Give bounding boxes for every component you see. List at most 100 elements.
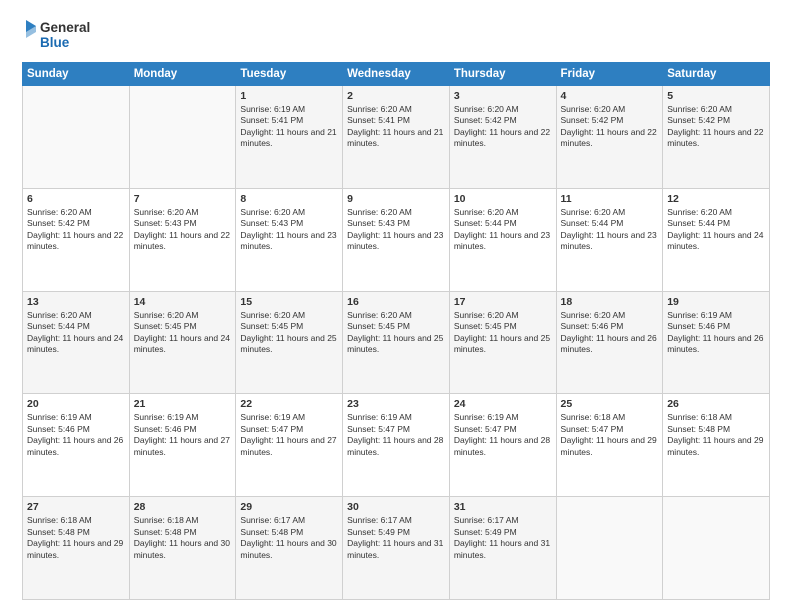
calendar: SundayMondayTuesdayWednesdayThursdayFrid… (22, 62, 770, 600)
day-number: 10 (454, 193, 552, 205)
calendar-page: General Blue SundayMondayTuesdayWednesda… (0, 0, 792, 612)
day-number: 17 (454, 296, 552, 308)
day-info: Sunrise: 6:18 AM Sunset: 5:48 PM Dayligh… (667, 412, 765, 458)
day-number: 2 (347, 90, 445, 102)
calendar-cell (663, 497, 770, 600)
day-info: Sunrise: 6:20 AM Sunset: 5:42 PM Dayligh… (561, 104, 659, 150)
calendar-cell: 21 Sunrise: 6:19 AM Sunset: 5:46 PM Dayli… (129, 394, 236, 497)
svg-text:General: General (40, 20, 90, 35)
calendar-cell: 26 Sunrise: 6:18 AM Sunset: 5:48 PM Dayli… (663, 394, 770, 497)
day-number: 29 (240, 501, 338, 513)
calendar-cell: 31 Sunrise: 6:17 AM Sunset: 5:49 PM Dayli… (449, 497, 556, 600)
day-number: 22 (240, 398, 338, 410)
day-info: Sunrise: 6:20 AM Sunset: 5:44 PM Dayligh… (454, 207, 552, 253)
calendar-cell: 15 Sunrise: 6:20 AM Sunset: 5:45 PM Dayli… (236, 291, 343, 394)
day-info: Sunrise: 6:17 AM Sunset: 5:49 PM Dayligh… (347, 515, 445, 561)
calendar-cell: 19Sunrise: 6:19 AM Sunset: 5:46 PM Dayli… (663, 291, 770, 394)
day-number: 27 (27, 501, 125, 513)
calendar-cell: 5 Sunrise: 6:20 AM Sunset: 5:42 PM Daylig… (663, 86, 770, 189)
calendar-cell: 12Sunrise: 6:20 AM Sunset: 5:44 PM Dayli… (663, 188, 770, 291)
day-number: 28 (134, 501, 232, 513)
calendar-week-row: 6 Sunrise: 6:20 AM Sunset: 5:42 PM Daylig… (23, 188, 770, 291)
weekday-header-monday: Monday (129, 63, 236, 86)
day-info: Sunrise: 6:18 AM Sunset: 5:47 PM Dayligh… (561, 412, 659, 458)
calendar-cell: 9 Sunrise: 6:20 AM Sunset: 5:43 PM Daylig… (343, 188, 450, 291)
day-number: 8 (240, 193, 338, 205)
weekday-header-row: SundayMondayTuesdayWednesdayThursdayFrid… (23, 63, 770, 86)
day-info: Sunrise: 6:20 AM Sunset: 5:45 PM Dayligh… (240, 310, 338, 356)
weekday-header-tuesday: Tuesday (236, 63, 343, 86)
calendar-cell: 25 Sunrise: 6:18 AM Sunset: 5:47 PM Dayli… (556, 394, 663, 497)
calendar-cell (556, 497, 663, 600)
calendar-week-row: 20 Sunrise: 6:19 AM Sunset: 5:46 PM Dayli… (23, 394, 770, 497)
calendar-cell: 29Sunrise: 6:17 AM Sunset: 5:48 PM Dayli… (236, 497, 343, 600)
day-number: 21 (134, 398, 232, 410)
day-number: 6 (27, 193, 125, 205)
day-number: 16 (347, 296, 445, 308)
day-info: Sunrise: 6:20 AM Sunset: 5:45 PM Dayligh… (454, 310, 552, 356)
calendar-week-row: 13 Sunrise: 6:20 AM Sunset: 5:44 PM Dayli… (23, 291, 770, 394)
day-info: Sunrise: 6:19 AM Sunset: 5:41 PM Dayligh… (240, 104, 338, 150)
calendar-cell: 20Sunrise: 6:19 AM Sunset: 5:46 PM Dayli… (23, 394, 130, 497)
calendar-cell: 1 Sunrise: 6:19 AM Sunset: 5:41 PM Daylig… (236, 86, 343, 189)
day-info: Sunrise: 6:18 AM Sunset: 5:48 PM Dayligh… (27, 515, 125, 561)
day-number: 14 (134, 296, 232, 308)
day-info: Sunrise: 6:19 AM Sunset: 5:47 PM Dayligh… (454, 412, 552, 458)
calendar-cell: 27 Sunrise: 6:18 AM Sunset: 5:48 PM Dayli… (23, 497, 130, 600)
calendar-cell: 16 Sunrise: 6:20 AM Sunset: 5:45 PM Dayli… (343, 291, 450, 394)
calendar-table: SundayMondayTuesdayWednesdayThursdayFrid… (22, 62, 770, 600)
calendar-cell: 4 Sunrise: 6:20 AM Sunset: 5:42 PM Daylig… (556, 86, 663, 189)
calendar-cell: 23Sunrise: 6:19 AM Sunset: 5:47 PM Dayli… (343, 394, 450, 497)
header: General Blue (22, 18, 770, 52)
day-number: 12 (667, 193, 765, 205)
day-number: 31 (454, 501, 552, 513)
logo: General Blue (22, 18, 102, 52)
day-info: Sunrise: 6:19 AM Sunset: 5:46 PM Dayligh… (134, 412, 232, 458)
day-number: 20 (27, 398, 125, 410)
day-number: 18 (561, 296, 659, 308)
day-info: Sunrise: 6:18 AM Sunset: 5:48 PM Dayligh… (134, 515, 232, 561)
day-info: Sunrise: 6:19 AM Sunset: 5:47 PM Dayligh… (347, 412, 445, 458)
day-number: 24 (454, 398, 552, 410)
weekday-header-saturday: Saturday (663, 63, 770, 86)
calendar-cell: 17 Sunrise: 6:20 AM Sunset: 5:45 PM Dayli… (449, 291, 556, 394)
day-info: Sunrise: 6:19 AM Sunset: 5:47 PM Dayligh… (240, 412, 338, 458)
calendar-cell: 11Sunrise: 6:20 AM Sunset: 5:44 PM Dayli… (556, 188, 663, 291)
calendar-week-row: 1 Sunrise: 6:19 AM Sunset: 5:41 PM Daylig… (23, 86, 770, 189)
day-number: 4 (561, 90, 659, 102)
day-number: 25 (561, 398, 659, 410)
svg-text:Blue: Blue (40, 35, 70, 50)
day-number: 9 (347, 193, 445, 205)
day-info: Sunrise: 6:20 AM Sunset: 5:42 PM Dayligh… (667, 104, 765, 150)
day-number: 26 (667, 398, 765, 410)
day-info: Sunrise: 6:20 AM Sunset: 5:43 PM Dayligh… (134, 207, 232, 253)
day-info: Sunrise: 6:20 AM Sunset: 5:45 PM Dayligh… (347, 310, 445, 356)
calendar-cell: 7 Sunrise: 6:20 AM Sunset: 5:43 PM Daylig… (129, 188, 236, 291)
calendar-cell: 3Sunrise: 6:20 AM Sunset: 5:42 PM Daylig… (449, 86, 556, 189)
day-info: Sunrise: 6:20 AM Sunset: 5:46 PM Dayligh… (561, 310, 659, 356)
calendar-cell: 13 Sunrise: 6:20 AM Sunset: 5:44 PM Dayli… (23, 291, 130, 394)
day-info: Sunrise: 6:20 AM Sunset: 5:43 PM Dayligh… (347, 207, 445, 253)
day-number: 30 (347, 501, 445, 513)
day-number: 1 (240, 90, 338, 102)
day-info: Sunrise: 6:17 AM Sunset: 5:49 PM Dayligh… (454, 515, 552, 561)
calendar-cell: 30 Sunrise: 6:17 AM Sunset: 5:49 PM Dayli… (343, 497, 450, 600)
calendar-cell: 6 Sunrise: 6:20 AM Sunset: 5:42 PM Daylig… (23, 188, 130, 291)
calendar-week-row: 27 Sunrise: 6:18 AM Sunset: 5:48 PM Dayli… (23, 497, 770, 600)
calendar-cell (129, 86, 236, 189)
calendar-cell: 8Sunrise: 6:20 AM Sunset: 5:43 PM Daylig… (236, 188, 343, 291)
day-info: Sunrise: 6:20 AM Sunset: 5:45 PM Dayligh… (134, 310, 232, 356)
day-number: 15 (240, 296, 338, 308)
day-info: Sunrise: 6:20 AM Sunset: 5:41 PM Dayligh… (347, 104, 445, 150)
calendar-cell: 18 Sunrise: 6:20 AM Sunset: 5:46 PM Dayli… (556, 291, 663, 394)
day-info: Sunrise: 6:20 AM Sunset: 5:44 PM Dayligh… (27, 310, 125, 356)
day-number: 5 (667, 90, 765, 102)
day-number: 7 (134, 193, 232, 205)
day-number: 13 (27, 296, 125, 308)
day-info: Sunrise: 6:20 AM Sunset: 5:42 PM Dayligh… (27, 207, 125, 253)
day-info: Sunrise: 6:20 AM Sunset: 5:42 PM Dayligh… (454, 104, 552, 150)
logo-svg: General Blue (22, 18, 102, 52)
calendar-cell (23, 86, 130, 189)
calendar-cell: 28 Sunrise: 6:18 AM Sunset: 5:48 PM Dayli… (129, 497, 236, 600)
day-number: 11 (561, 193, 659, 205)
